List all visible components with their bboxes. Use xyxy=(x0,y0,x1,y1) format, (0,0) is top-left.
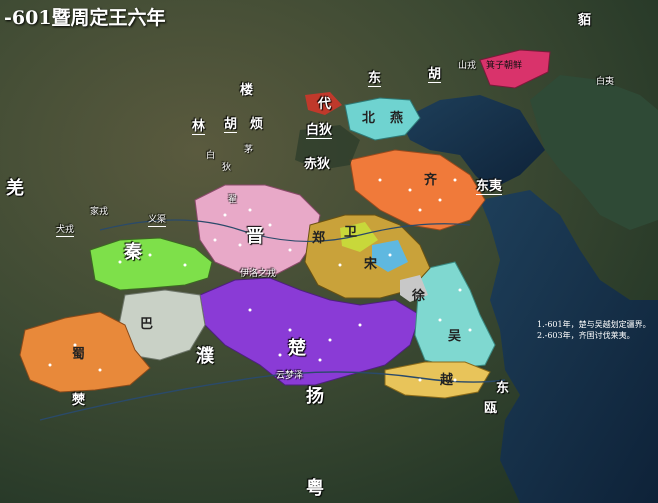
label-puman: 濮 xyxy=(196,346,214,367)
label-yang: 扬 xyxy=(306,386,324,407)
label-wu: 吴 xyxy=(448,329,462,344)
label-ba: 巴 xyxy=(140,317,154,332)
label-hu: 胡 xyxy=(428,67,442,83)
map-notes: 1.-601年，楚与吴越划定疆界。 2.-603年，齐国讨伐莱夷。 xyxy=(537,319,651,341)
label-qiang: 羌 xyxy=(6,178,24,199)
label-song: 宋 xyxy=(364,257,378,272)
label-yue: 越 xyxy=(440,373,454,388)
label-wey: 卫 xyxy=(344,225,358,240)
label-yue-region: 粤 xyxy=(306,478,324,499)
label-dong: 东 xyxy=(496,381,510,396)
label-zheng: 郑 xyxy=(312,231,326,246)
label-ou: 瓯 xyxy=(484,401,498,416)
label-baiyi: 白夷 xyxy=(596,77,615,87)
label-mao: 茅 xyxy=(244,145,254,155)
label-yunmeng: 云梦泽 xyxy=(276,371,304,381)
label-bo: 僰 xyxy=(72,393,86,408)
historical-map: -601暨周定王六年 秦 晋 楚 巴 蜀 吴 越 齐 燕 北 卫 宋 郑 徐 箕… xyxy=(0,0,658,503)
label-baidi: 白狄 xyxy=(306,123,333,139)
label-huzi: 胡 xyxy=(224,117,238,133)
label-di: 狄 xyxy=(222,163,232,173)
label-qin: 秦 xyxy=(124,242,142,263)
label-beiyan: 北 xyxy=(362,111,376,126)
label-guanrong: 翟 xyxy=(228,195,238,205)
label-lou: 楼 xyxy=(240,83,254,98)
label-jin: 晋 xyxy=(246,226,264,247)
label-dongyi: 东 xyxy=(368,71,382,87)
label-chu: 楚 xyxy=(288,338,306,359)
label-lizhiyong: 伊洛之戎 xyxy=(240,269,277,279)
label-bai: 白 xyxy=(206,151,216,161)
label-linhu: 林 xyxy=(192,119,206,135)
label-yan: 燕 xyxy=(390,111,404,126)
label-chidi: 赤狄 xyxy=(304,157,331,172)
label-dai: 代 xyxy=(318,97,332,112)
label-qi: 齐 xyxy=(424,173,438,188)
label-mo: 貊 xyxy=(578,13,592,28)
map-title: -601暨周定王六年 xyxy=(4,7,166,29)
label-jiarong: 家戎 xyxy=(90,207,109,217)
label-quanrong: 犬戎 xyxy=(56,225,75,237)
label-fan: 烦 xyxy=(250,117,264,132)
note-2: 2.-603年，齐国讨伐莱夷。 xyxy=(537,331,635,340)
label-jizi: 箕子朝鲜 xyxy=(486,61,523,71)
map-base xyxy=(0,0,658,503)
label-shanrong: 山戎 xyxy=(458,61,477,71)
label-yiqu: 义渠 xyxy=(148,215,167,227)
label-xu: 徐 xyxy=(412,289,426,304)
label-shu: 蜀 xyxy=(72,347,86,362)
note-1: 1.-601年，楚与吴越划定疆界。 xyxy=(537,320,651,329)
label-dongyi2: 东夷 xyxy=(476,179,503,195)
